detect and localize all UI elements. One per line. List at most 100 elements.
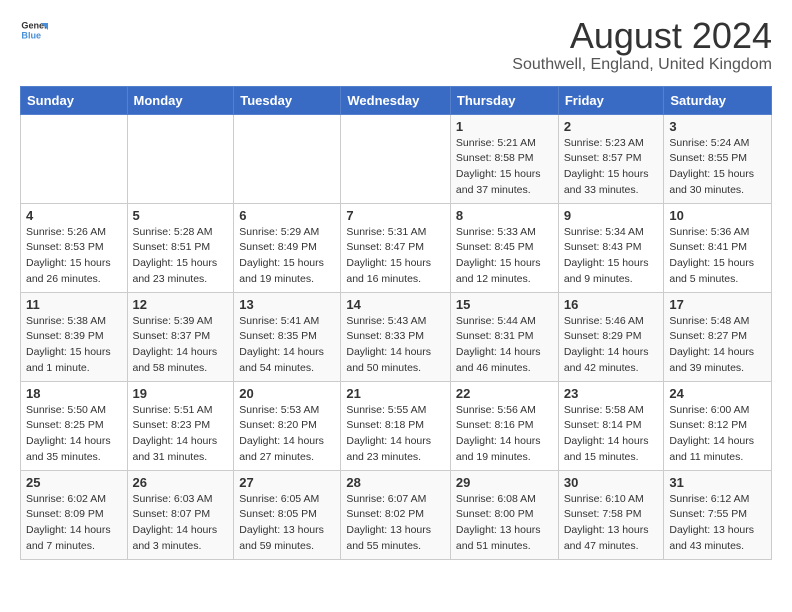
day-cell: [341, 114, 451, 203]
day-cell: 14 Sunrise: 5:43 AM Sunset: 8:33 PM Dayli…: [341, 292, 451, 381]
day-cell: 4 Sunrise: 5:26 AM Sunset: 8:53 PM Daylig…: [21, 203, 128, 292]
day-cell: 27 Sunrise: 6:05 AM Sunset: 8:05 PM Dayli…: [234, 470, 341, 559]
header-day-wednesday: Wednesday: [341, 86, 451, 114]
week-row-5: 25 Sunrise: 6:02 AM Sunset: 8:09 PM Dayli…: [21, 470, 772, 559]
subtitle: Southwell, England, United Kingdom: [512, 56, 772, 74]
day-number: 16: [564, 297, 659, 312]
logo-icon: General Blue: [20, 16, 48, 44]
day-info: Sunrise: 6:00 AM Sunset: 8:12 PM Dayligh…: [669, 403, 766, 466]
header-row: SundayMondayTuesdayWednesdayThursdayFrid…: [21, 86, 772, 114]
day-cell: 2Sunrise: 5:23 AM Sunset: 8:57 PM Daylig…: [558, 114, 664, 203]
day-info: Sunrise: 5:51 AM Sunset: 8:23 PM Dayligh…: [133, 403, 229, 466]
day-cell: 3 Sunrise: 5:24 AM Sunset: 8:55 PM Daylig…: [664, 114, 772, 203]
day-number: 21: [346, 386, 445, 401]
day-cell: 1 Sunrise: 5:21 AM Sunset: 8:58 PM Daylig…: [450, 114, 558, 203]
day-info: Sunrise: 6:07 AM Sunset: 8:02 PM Dayligh…: [346, 492, 445, 555]
day-number: 25: [26, 475, 122, 490]
week-row-3: 11 Sunrise: 5:38 AM Sunset: 8:39 PM Dayli…: [21, 292, 772, 381]
day-cell: 9 Sunrise: 5:34 AM Sunset: 8:43 PM Daylig…: [558, 203, 664, 292]
day-cell: 26Sunrise: 6:03 AM Sunset: 8:07 PM Dayli…: [127, 470, 234, 559]
day-cell: [21, 114, 128, 203]
day-info: Sunrise: 5:46 AM Sunset: 8:29 PM Dayligh…: [564, 314, 659, 377]
day-info: Sunrise: 5:26 AM Sunset: 8:53 PM Dayligh…: [26, 225, 122, 288]
day-cell: 25 Sunrise: 6:02 AM Sunset: 8:09 PM Dayli…: [21, 470, 128, 559]
day-number: 29: [456, 475, 553, 490]
day-cell: 20Sunrise: 5:53 AM Sunset: 8:20 PM Dayli…: [234, 381, 341, 470]
day-cell: 16 Sunrise: 5:46 AM Sunset: 8:29 PM Dayli…: [558, 292, 664, 381]
day-cell: 30Sunrise: 6:10 AM Sunset: 7:58 PM Dayli…: [558, 470, 664, 559]
day-number: 11: [26, 297, 122, 312]
day-info: Sunrise: 5:31 AM Sunset: 8:47 PM Dayligh…: [346, 225, 445, 288]
day-info: Sunrise: 5:33 AM Sunset: 8:45 PM Dayligh…: [456, 225, 553, 288]
main-title: August 2024: [512, 16, 772, 56]
header-day-saturday: Saturday: [664, 86, 772, 114]
day-info: Sunrise: 5:28 AM Sunset: 8:51 PM Dayligh…: [133, 225, 229, 288]
day-cell: 29 Sunrise: 6:08 AM Sunset: 8:00 PM Dayli…: [450, 470, 558, 559]
day-info: Sunrise: 5:50 AM Sunset: 8:25 PM Dayligh…: [26, 403, 122, 466]
day-number: 9: [564, 208, 659, 223]
logo: General Blue: [20, 16, 48, 44]
day-number: 5: [133, 208, 229, 223]
day-number: 7: [346, 208, 445, 223]
svg-text:Blue: Blue: [21, 30, 41, 40]
day-number: 14: [346, 297, 445, 312]
day-number: 2: [564, 119, 659, 134]
day-number: 4: [26, 208, 122, 223]
header: General Blue August 2024 Southwell, Engl…: [20, 16, 772, 74]
header-day-friday: Friday: [558, 86, 664, 114]
day-info: Sunrise: 5:36 AM Sunset: 8:41 PM Dayligh…: [669, 225, 766, 288]
day-info: Sunrise: 5:41 AM Sunset: 8:35 PM Dayligh…: [239, 314, 335, 377]
header-day-tuesday: Tuesday: [234, 86, 341, 114]
week-row-4: 18 Sunrise: 5:50 AM Sunset: 8:25 PM Dayli…: [21, 381, 772, 470]
day-info: Sunrise: 6:03 AM Sunset: 8:07 PM Dayligh…: [133, 492, 229, 555]
day-number: 8: [456, 208, 553, 223]
day-cell: 12Sunrise: 5:39 AM Sunset: 8:37 PM Dayli…: [127, 292, 234, 381]
title-section: August 2024 Southwell, England, United K…: [512, 16, 772, 74]
day-number: 1: [456, 119, 553, 134]
day-number: 13: [239, 297, 335, 312]
week-row-2: 4 Sunrise: 5:26 AM Sunset: 8:53 PM Daylig…: [21, 203, 772, 292]
day-number: 12: [133, 297, 229, 312]
day-info: Sunrise: 5:29 AM Sunset: 8:49 PM Dayligh…: [239, 225, 335, 288]
day-cell: 15 Sunrise: 5:44 AM Sunset: 8:31 PM Dayli…: [450, 292, 558, 381]
day-cell: [127, 114, 234, 203]
day-info: Sunrise: 6:02 AM Sunset: 8:09 PM Dayligh…: [26, 492, 122, 555]
day-number: 24: [669, 386, 766, 401]
day-number: 6: [239, 208, 335, 223]
day-number: 30: [564, 475, 659, 490]
day-cell: 24 Sunrise: 6:00 AM Sunset: 8:12 PM Dayli…: [664, 381, 772, 470]
day-info: Sunrise: 5:34 AM Sunset: 8:43 PM Dayligh…: [564, 225, 659, 288]
day-info: Sunrise: 5:43 AM Sunset: 8:33 PM Dayligh…: [346, 314, 445, 377]
day-info: Sunrise: 5:48 AM Sunset: 8:27 PM Dayligh…: [669, 314, 766, 377]
day-info: Sunrise: 5:55 AM Sunset: 8:18 PM Dayligh…: [346, 403, 445, 466]
day-info: Sunrise: 5:44 AM Sunset: 8:31 PM Dayligh…: [456, 314, 553, 377]
day-cell: 7 Sunrise: 5:31 AM Sunset: 8:47 PM Daylig…: [341, 203, 451, 292]
day-number: 31: [669, 475, 766, 490]
header-day-monday: Monday: [127, 86, 234, 114]
day-info: Sunrise: 6:12 AM Sunset: 7:55 PM Dayligh…: [669, 492, 766, 555]
day-info: Sunrise: 6:08 AM Sunset: 8:00 PM Dayligh…: [456, 492, 553, 555]
day-cell: 19 Sunrise: 5:51 AM Sunset: 8:23 PM Dayli…: [127, 381, 234, 470]
day-cell: 31 Sunrise: 6:12 AM Sunset: 7:55 PM Dayli…: [664, 470, 772, 559]
day-info: Sunrise: 5:58 AM Sunset: 8:14 PM Dayligh…: [564, 403, 659, 466]
day-info: Sunrise: 5:24 AM Sunset: 8:55 PM Dayligh…: [669, 136, 766, 199]
day-number: 18: [26, 386, 122, 401]
day-info: Sunrise: 6:05 AM Sunset: 8:05 PM Dayligh…: [239, 492, 335, 555]
day-info: Sunrise: 5:21 AM Sunset: 8:58 PM Dayligh…: [456, 136, 553, 199]
day-number: 10: [669, 208, 766, 223]
day-info: Sunrise: 5:56 AM Sunset: 8:16 PM Dayligh…: [456, 403, 553, 466]
day-cell: 8 Sunrise: 5:33 AM Sunset: 8:45 PM Daylig…: [450, 203, 558, 292]
day-cell: 21 Sunrise: 5:55 AM Sunset: 8:18 PM Dayli…: [341, 381, 451, 470]
day-number: 28: [346, 475, 445, 490]
day-cell: 28 Sunrise: 6:07 AM Sunset: 8:02 PM Dayli…: [341, 470, 451, 559]
day-number: 20: [239, 386, 335, 401]
day-number: 27: [239, 475, 335, 490]
day-number: 23: [564, 386, 659, 401]
day-cell: 11 Sunrise: 5:38 AM Sunset: 8:39 PM Dayli…: [21, 292, 128, 381]
day-cell: 17Sunrise: 5:48 AM Sunset: 8:27 PM Dayli…: [664, 292, 772, 381]
day-number: 15: [456, 297, 553, 312]
day-info: Sunrise: 5:38 AM Sunset: 8:39 PM Dayligh…: [26, 314, 122, 377]
day-number: 3: [669, 119, 766, 134]
day-cell: 18 Sunrise: 5:50 AM Sunset: 8:25 PM Dayli…: [21, 381, 128, 470]
day-number: 19: [133, 386, 229, 401]
